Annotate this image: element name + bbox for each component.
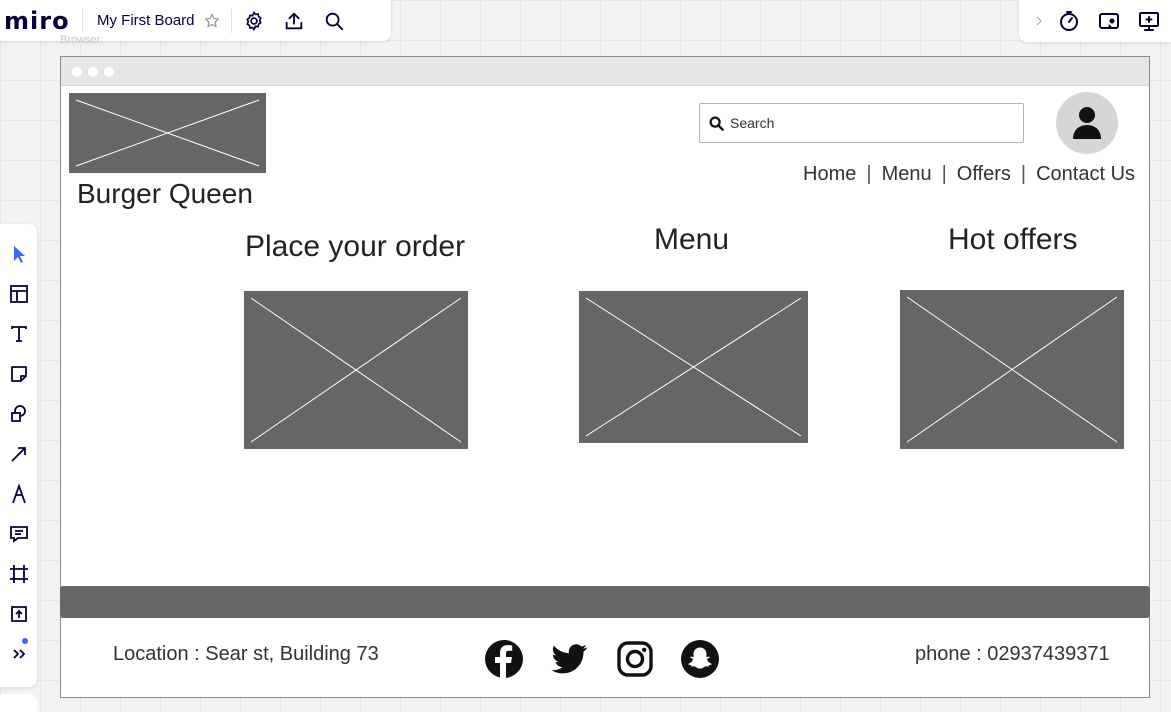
text-tool-icon[interactable] <box>0 316 37 352</box>
frame-tool-icon[interactable] <box>0 556 37 592</box>
footer-phone: phone : 02937439371 <box>915 643 1110 665</box>
select-tool-icon[interactable] <box>0 236 37 272</box>
browser-title-bar <box>61 57 1149 86</box>
share-screen-icon[interactable] <box>1129 0 1169 42</box>
snapchat-icon[interactable] <box>681 640 719 678</box>
timer-icon[interactable] <box>1049 0 1089 42</box>
nav-contact-link[interactable]: Contact Us <box>1036 163 1135 186</box>
shapes-icon[interactable] <box>0 396 37 432</box>
section-title-order: Place your order <box>245 230 466 263</box>
logo-image-placeholder <box>69 93 266 173</box>
search-input[interactable] <box>730 112 1010 134</box>
search-icon <box>709 116 724 136</box>
frame-label[interactable]: Browser <box>60 34 100 46</box>
nav-menu-link[interactable]: Menu <box>882 163 932 186</box>
present-icon[interactable] <box>1089 0 1129 42</box>
star-icon[interactable] <box>195 0 229 41</box>
instagram-icon[interactable] <box>616 640 654 678</box>
brand-name: Burger Queen <box>77 178 253 209</box>
facebook-icon[interactable] <box>485 640 523 678</box>
window-dot <box>104 67 114 77</box>
avatar[interactable] <box>1056 92 1118 154</box>
search-icon[interactable] <box>314 0 354 41</box>
gear-icon[interactable] <box>234 0 274 41</box>
miro-top-bar: miro My First Board <box>0 0 391 41</box>
upload-tool-icon[interactable] <box>0 596 37 632</box>
templates-icon[interactable] <box>0 276 37 312</box>
chevron-right-icon[interactable] <box>1029 0 1049 42</box>
nav-menu: Home | Menu | Offers | Contact Us <box>803 163 1135 186</box>
search-box[interactable] <box>699 103 1024 143</box>
window-dot <box>72 67 82 77</box>
divider <box>82 8 83 33</box>
nav-offers-link[interactable]: Offers <box>957 163 1011 186</box>
nav-separator: | <box>941 163 947 185</box>
window-dot <box>88 67 98 77</box>
section-title-menu: Menu <box>654 223 730 256</box>
offers-image-placeholder[interactable] <box>900 290 1124 449</box>
notification-dot <box>22 638 28 644</box>
arrow-tool-icon[interactable] <box>0 436 37 472</box>
nav-home-link[interactable]: Home <box>803 163 856 186</box>
menu-image-placeholder[interactable] <box>579 291 808 443</box>
more-tools-icon[interactable] <box>0 636 37 672</box>
comment-icon[interactable] <box>0 516 37 552</box>
sticky-note-icon[interactable] <box>0 356 37 392</box>
divider <box>230 8 232 33</box>
miro-left-toolbar-bottom <box>0 694 37 712</box>
footer-bar <box>60 586 1150 618</box>
board-name[interactable]: My First Board <box>97 12 195 29</box>
upload-icon[interactable] <box>274 0 314 41</box>
miro-top-right-bar <box>1019 0 1171 42</box>
twitter-icon[interactable] <box>550 640 588 678</box>
browser-wireframe[interactable]: Burger Queen Home | Menu | Offers | Cont… <box>60 56 1150 698</box>
user-icon <box>1073 107 1101 139</box>
order-image-placeholder[interactable] <box>244 291 468 449</box>
footer-location: Location : Sear st, Building 73 <box>113 643 379 665</box>
pen-tool-icon[interactable] <box>0 476 37 512</box>
nav-separator: | <box>1020 163 1027 185</box>
section-title-offers: Hot offers <box>948 223 1078 256</box>
miro-logo[interactable]: miro <box>4 7 74 35</box>
nav-separator: | <box>866 163 872 185</box>
miro-left-toolbar <box>0 224 37 687</box>
